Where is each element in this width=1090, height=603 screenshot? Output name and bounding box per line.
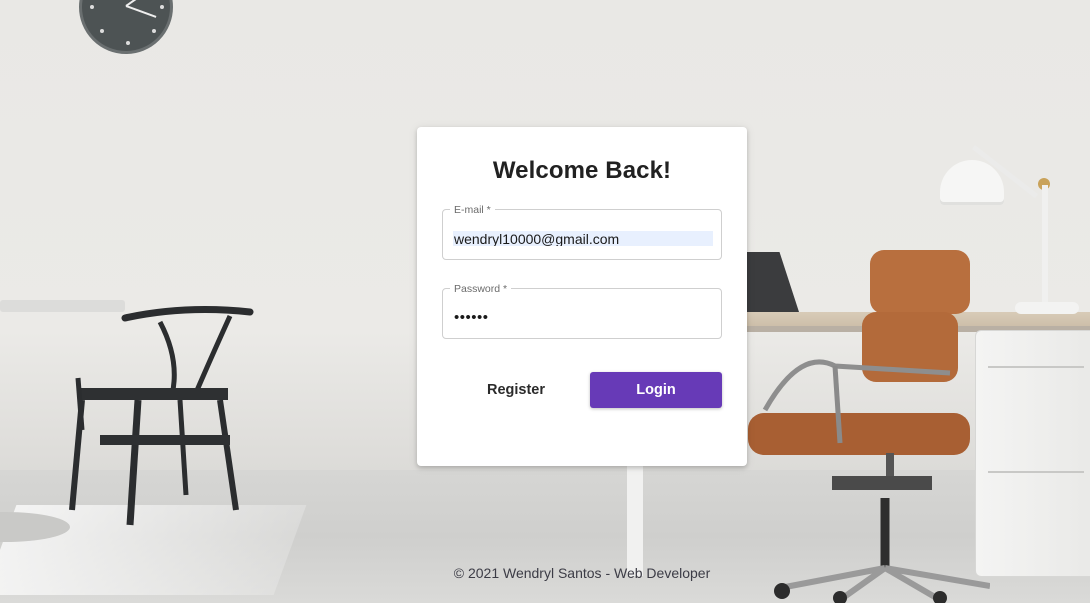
floor-light [0, 505, 307, 595]
login-page: Welcome Back! E-mail * Password * Regist… [0, 0, 1090, 603]
lamp-arm [971, 145, 1039, 199]
drawer-cabinet [975, 330, 1090, 577]
footer-copyright: © 2021 Wendryl Santos - Web Developer [453, 565, 711, 581]
password-field[interactable]: Password * [442, 283, 722, 339]
desk-lamp-icon [940, 160, 1004, 205]
office-chair-icon [748, 250, 990, 603]
desk-edge [747, 326, 1090, 332]
password-input[interactable] [453, 310, 713, 325]
desk [747, 312, 1090, 326]
email-input[interactable] [453, 231, 713, 246]
email-field[interactable]: E-mail * [442, 204, 722, 260]
lamp-base [1015, 302, 1079, 314]
password-label: Password * [450, 283, 512, 295]
side-table [0, 300, 125, 312]
login-title: Welcome Back! [492, 157, 672, 184]
wishbone-chair-icon [69, 306, 254, 526]
table-pole [627, 466, 643, 576]
wall-clock-icon [79, 0, 173, 54]
register-button[interactable]: Register [458, 372, 574, 408]
login-button[interactable]: Login [590, 372, 722, 408]
login-card: Welcome Back! E-mail * Password * Regist… [417, 127, 747, 466]
lamp-pole [1042, 185, 1048, 310]
floor [0, 470, 1090, 603]
email-label: E-mail * [450, 204, 495, 216]
lamp-knob [1038, 178, 1050, 190]
side-table-base [0, 512, 70, 542]
